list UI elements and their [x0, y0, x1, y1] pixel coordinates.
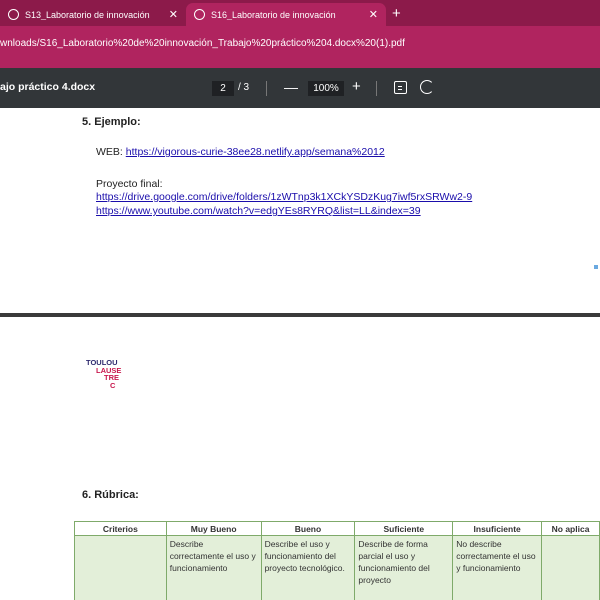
scroll-marker — [594, 265, 598, 269]
toulouse-lautrec-logo: TOULOU LAUSE TRE C — [86, 358, 122, 390]
section-heading: 6. Rúbrica: — [82, 489, 139, 501]
document-title: ajo práctico 4.docx — [0, 81, 96, 93]
close-icon[interactable]: ✕ — [169, 8, 178, 21]
pdf-toolbar: ajo práctico 4.docx 2 / 3 — 100% + — [0, 68, 600, 108]
zoom-out-button[interactable]: — — [284, 79, 298, 95]
table-cell — [541, 535, 600, 600]
drive-link[interactable]: https://drive.google.com/drive/folders/1… — [96, 191, 472, 203]
browser-tab-strip: S13_Laboratorio de innovación ✕ S16_Labo… — [0, 0, 600, 26]
column-header: Insuficiente — [452, 521, 543, 536]
table-cell: Describe correctamente el uso y funciona… — [165, 535, 262, 600]
close-icon[interactable]: ✕ — [369, 8, 378, 21]
new-tab-button[interactable]: + — [392, 5, 401, 22]
tab-s16-laboratorio[interactable]: S16_Laboratorio de innovación ✕ — [186, 3, 386, 26]
table-row: Describe correctamente el uso y funciona… — [74, 535, 600, 600]
tab-title: S16_Laboratorio de innovación — [211, 9, 336, 20]
toolbar-divider — [266, 81, 267, 96]
pdf-page-2: TOULOU LAUSE TRE C 6. Rúbrica: Criterios… — [0, 317, 600, 600]
tab-title: S13_Laboratorio de innovación — [25, 9, 150, 20]
rotate-icon[interactable] — [420, 80, 434, 94]
column-header: Criterios — [74, 521, 167, 536]
address-bar: wnloads/S16_Laboratorio%20de%20innovació… — [0, 26, 600, 68]
zoom-level-input[interactable]: 100% — [308, 81, 344, 96]
page-total: / 3 — [238, 82, 250, 93]
column-header: Bueno — [260, 521, 356, 536]
column-header: No aplica — [541, 521, 600, 536]
zoom-in-button[interactable]: + — [352, 78, 361, 95]
table-cell — [74, 535, 167, 600]
pdf-page-1: 5. Ejemplo: WEB: https://vigorous-curie-… — [0, 108, 600, 313]
section-heading: 5. Ejemplo: — [82, 116, 141, 128]
table-cell: Describe el uso y funcionamiento del pro… — [260, 535, 356, 600]
web-line: WEB: https://vigorous-curie-38ee28.netli… — [96, 146, 385, 158]
project-label: Proyecto final: — [96, 178, 163, 190]
fit-to-page-icon[interactable] — [394, 81, 407, 94]
column-header: Suficiente — [354, 521, 454, 536]
web-label: WEB: — [96, 146, 126, 158]
globe-icon — [8, 9, 19, 20]
web-link[interactable]: https://vigorous-curie-38ee28.netlify.ap… — [126, 146, 385, 158]
youtube-link[interactable]: https://www.youtube.com/watch?v=edgYEs8R… — [96, 205, 421, 217]
tab-s13-laboratorio[interactable]: S13_Laboratorio de innovación ✕ — [0, 3, 186, 26]
toolbar-divider — [376, 81, 377, 96]
column-header: Muy Bueno — [165, 521, 262, 536]
page-number-input[interactable]: 2 — [212, 81, 234, 96]
rubric-table: Criterios Muy Bueno Bueno Suficiente Ins… — [74, 521, 600, 600]
table-cell: No describe correctamente el uso y funci… — [452, 535, 543, 600]
url-field[interactable]: wnloads/S16_Laboratorio%20de%20innovació… — [0, 38, 405, 56]
globe-icon — [194, 9, 205, 20]
table-cell: Describe de forma parcial el uso y funci… — [354, 535, 454, 600]
